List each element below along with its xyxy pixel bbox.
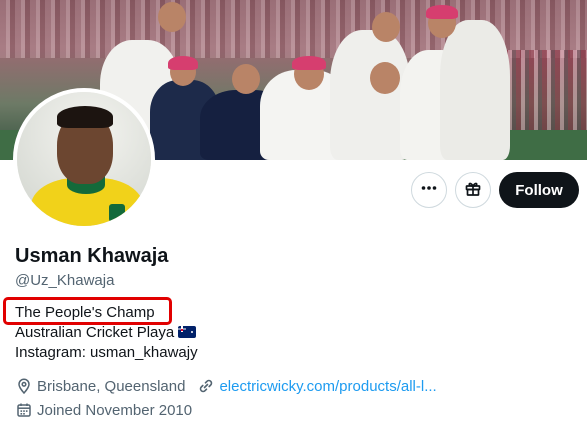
profile-handle: @Uz_Khawaja (15, 272, 115, 289)
profile-name: Usman Khawaja (15, 245, 169, 267)
more-icon (420, 179, 438, 202)
profile-location: Brisbane, Queensland (15, 377, 185, 395)
calendar-icon (15, 401, 33, 419)
banner-cap (426, 5, 458, 19)
bio-line: Instagram: usman_khawajy (15, 344, 198, 361)
banner-player (330, 30, 410, 160)
profile-meta: Brisbane, Queensland electricwicky.com/p… (15, 376, 449, 424)
banner-cap (168, 56, 198, 70)
profile-website[interactable]: electricwicky.com/products/all-l... (197, 377, 437, 395)
banner-head (158, 2, 186, 32)
bio-line: Australian Cricket Playa (15, 323, 198, 343)
website-link[interactable]: electricwicky.com/products/all-l... (219, 378, 436, 395)
gift-icon (464, 179, 482, 202)
profile-actions: Follow (411, 172, 579, 208)
banner-cap (292, 56, 326, 70)
banner-head (232, 64, 260, 94)
banner-player (440, 20, 510, 160)
follow-button[interactable]: Follow (499, 172, 579, 208)
banner-head (372, 12, 400, 42)
link-icon (197, 377, 215, 395)
location-pin-icon (15, 377, 33, 395)
australia-flag-icon (178, 326, 197, 338)
subscribe-gift-button[interactable] (455, 172, 491, 208)
profile-joined: Joined November 2010 (15, 401, 192, 419)
profile-bio: The People's Champ Australian Cricket Pl… (15, 303, 198, 363)
banner-head (370, 62, 400, 94)
profile-avatar[interactable] (13, 88, 155, 230)
bio-line: The People's Champ (15, 304, 155, 321)
more-button[interactable] (411, 172, 447, 208)
